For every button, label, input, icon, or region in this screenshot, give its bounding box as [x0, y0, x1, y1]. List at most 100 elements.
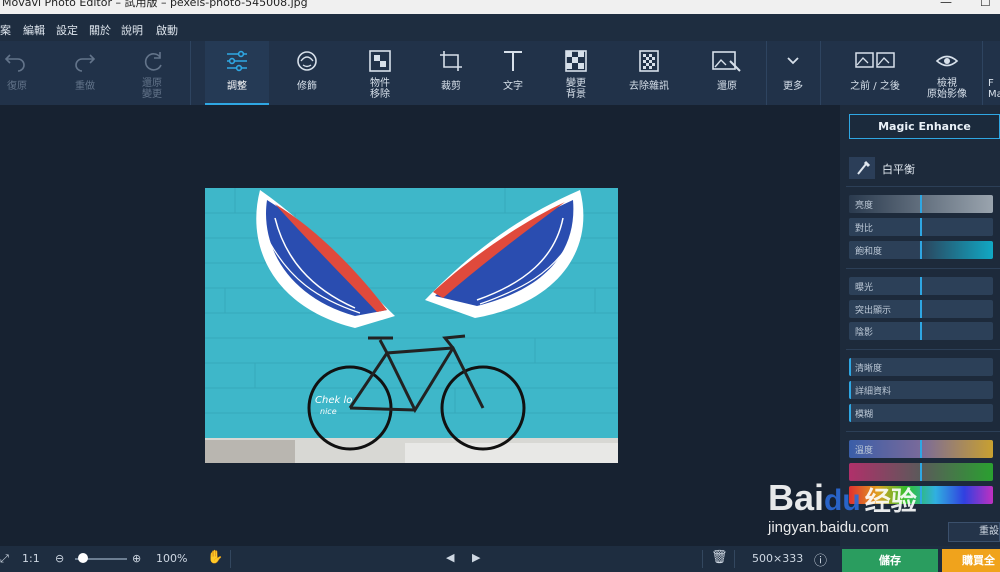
- toolbar-divider: [820, 41, 821, 105]
- eyedropper-button[interactable]: [849, 157, 875, 179]
- tab-object-removal[interactable]: 物件 移除: [355, 41, 405, 105]
- svg-text:nice: nice: [320, 407, 337, 416]
- before-after-button[interactable]: 之前 / 之後: [842, 41, 908, 105]
- more-button[interactable]: 更多: [772, 41, 814, 105]
- next-image-icon[interactable]: ▶: [472, 551, 480, 564]
- slider-handle[interactable]: [849, 404, 851, 422]
- temperature-slider[interactable]: 溫度: [849, 440, 993, 458]
- exposure-label: 曝光: [855, 283, 874, 293]
- panel-divider: [846, 268, 1000, 270]
- sliders-icon: [227, 50, 247, 72]
- menu-help[interactable]: 說明: [121, 22, 143, 38]
- tab-restore-label: 還原: [717, 81, 737, 92]
- slider-handle[interactable]: [920, 440, 922, 458]
- cut-off-label-1: F: [988, 78, 994, 89]
- menu-settings[interactable]: 設定: [56, 22, 78, 38]
- hand-tool-icon[interactable]: ✋: [207, 550, 223, 565]
- saturation-label: 飽和度: [855, 247, 883, 257]
- zoom-slider-handle[interactable]: [77, 553, 88, 563]
- tab-text-label: 文字: [503, 81, 523, 92]
- watermark-brand: Bai: [768, 477, 825, 518]
- slider-handle[interactable]: [920, 322, 922, 340]
- trash-icon[interactable]: 🗑: [711, 550, 728, 565]
- refresh-icon: [144, 52, 162, 71]
- before-after-label: 之前 / 之後: [850, 81, 900, 92]
- zoom-in-icon[interactable]: ⊕: [132, 552, 141, 565]
- slider-handle[interactable]: [920, 241, 922, 259]
- fit-screen-icon[interactable]: ⤢: [0, 552, 9, 566]
- white-balance-row[interactable]: 白平衡: [849, 157, 1000, 179]
- zoom-out-icon[interactable]: ⊖: [55, 552, 64, 565]
- shadows-slider[interactable]: 陰影: [849, 322, 993, 340]
- restore-adjust-button[interactable]: 還原 變更: [132, 41, 172, 105]
- temperature-label: 溫度: [855, 446, 874, 456]
- svg-text:Chek lo: Chek lo: [315, 395, 352, 406]
- view-original-label-1: 檢視: [937, 78, 957, 89]
- slider-handle[interactable]: [920, 277, 922, 295]
- undo-label: 復原: [7, 81, 27, 92]
- menu-activate[interactable]: 啟動: [156, 22, 178, 38]
- toolbar-divider: [190, 41, 191, 105]
- cut-off-label: F Ma: [984, 78, 1000, 100]
- exposure-slider[interactable]: 曝光: [849, 277, 993, 295]
- eye-icon: [935, 55, 959, 67]
- blur-slider[interactable]: 模糊: [849, 404, 993, 422]
- object-removal-label-1: 物件: [370, 78, 390, 89]
- tab-text[interactable]: 文字: [493, 41, 533, 105]
- slider-handle[interactable]: [920, 218, 922, 236]
- view-original-button[interactable]: 檢視 原始影像: [918, 41, 976, 105]
- highlights-slider[interactable]: 突出顯示: [849, 300, 993, 318]
- clarity-slider[interactable]: 清晰度: [849, 358, 993, 376]
- white-balance-label: 白平衡: [882, 163, 915, 176]
- reset-button[interactable]: 重設: [948, 522, 1000, 542]
- chevron-down-icon: [787, 57, 799, 65]
- menu-edit[interactable]: 編輯: [23, 22, 45, 38]
- brightness-slider[interactable]: 亮度: [849, 195, 993, 213]
- save-button[interactable]: 儲存: [842, 549, 938, 572]
- slider-handle[interactable]: [920, 300, 922, 318]
- clarity-label: 清晰度: [855, 364, 883, 374]
- contrast-slider[interactable]: 對比: [849, 218, 993, 236]
- text-icon: [504, 51, 522, 71]
- redo-icon: [75, 54, 96, 72]
- tab-adjust[interactable]: 調整: [205, 41, 269, 105]
- tab-change-background[interactable]: 變更 背景: [552, 41, 600, 105]
- eyedropper-icon: [857, 160, 871, 175]
- slider-handle[interactable]: [920, 195, 922, 213]
- slider-handle[interactable]: [849, 381, 851, 399]
- buy-button[interactable]: 購買全: [942, 549, 1000, 572]
- redo-button[interactable]: 重做: [66, 41, 104, 105]
- contrast-label: 對比: [855, 224, 874, 234]
- magic-enhance-button[interactable]: Magic Enhance: [849, 114, 1000, 139]
- photo-preview[interactable]: Chek lo nice: [205, 188, 618, 463]
- slider-handle[interactable]: [920, 463, 922, 481]
- maximize-icon[interactable]: ☐: [980, 0, 991, 8]
- cut-off-button[interactable]: F Ma: [984, 41, 1000, 105]
- slider-handle[interactable]: [849, 358, 851, 376]
- tab-adjust-label: 調整: [227, 81, 247, 92]
- undo-button[interactable]: 復原: [0, 41, 34, 105]
- tab-restore[interactable]: 還原: [706, 41, 748, 105]
- redo-label: 重做: [75, 81, 95, 92]
- menu-file[interactable]: 案: [0, 22, 11, 38]
- panel-divider: [846, 186, 1000, 188]
- tab-object-removal-label: 物件 移除: [355, 78, 405, 100]
- info-icon[interactable]: ⓘ: [814, 550, 827, 569]
- tab-retouch[interactable]: 修飾: [285, 41, 329, 105]
- brightness-label: 亮度: [855, 201, 874, 211]
- previous-image-icon[interactable]: ◀: [446, 551, 454, 564]
- menu-about[interactable]: 關於: [89, 22, 111, 38]
- highlights-label: 突出顯示: [855, 306, 892, 316]
- slider-handle[interactable]: [920, 486, 922, 504]
- photo-image: Chek lo nice: [205, 188, 618, 463]
- zoom-ratio-button[interactable]: 1:1: [22, 552, 40, 565]
- tint-slider[interactable]: [849, 463, 993, 481]
- saturation-slider[interactable]: 飽和度: [849, 241, 993, 259]
- minimize-icon[interactable]: —: [940, 0, 952, 8]
- image-size: 500×333: [752, 552, 804, 565]
- baidu-watermark: Baidu 经验 jingyan.baidu.com: [768, 477, 917, 537]
- tab-crop[interactable]: 裁剪: [431, 41, 471, 105]
- object-removal-icon: [369, 50, 391, 72]
- detail-slider[interactable]: 詳細資料: [849, 381, 993, 399]
- tab-denoise[interactable]: 去除雜訊: [622, 41, 676, 105]
